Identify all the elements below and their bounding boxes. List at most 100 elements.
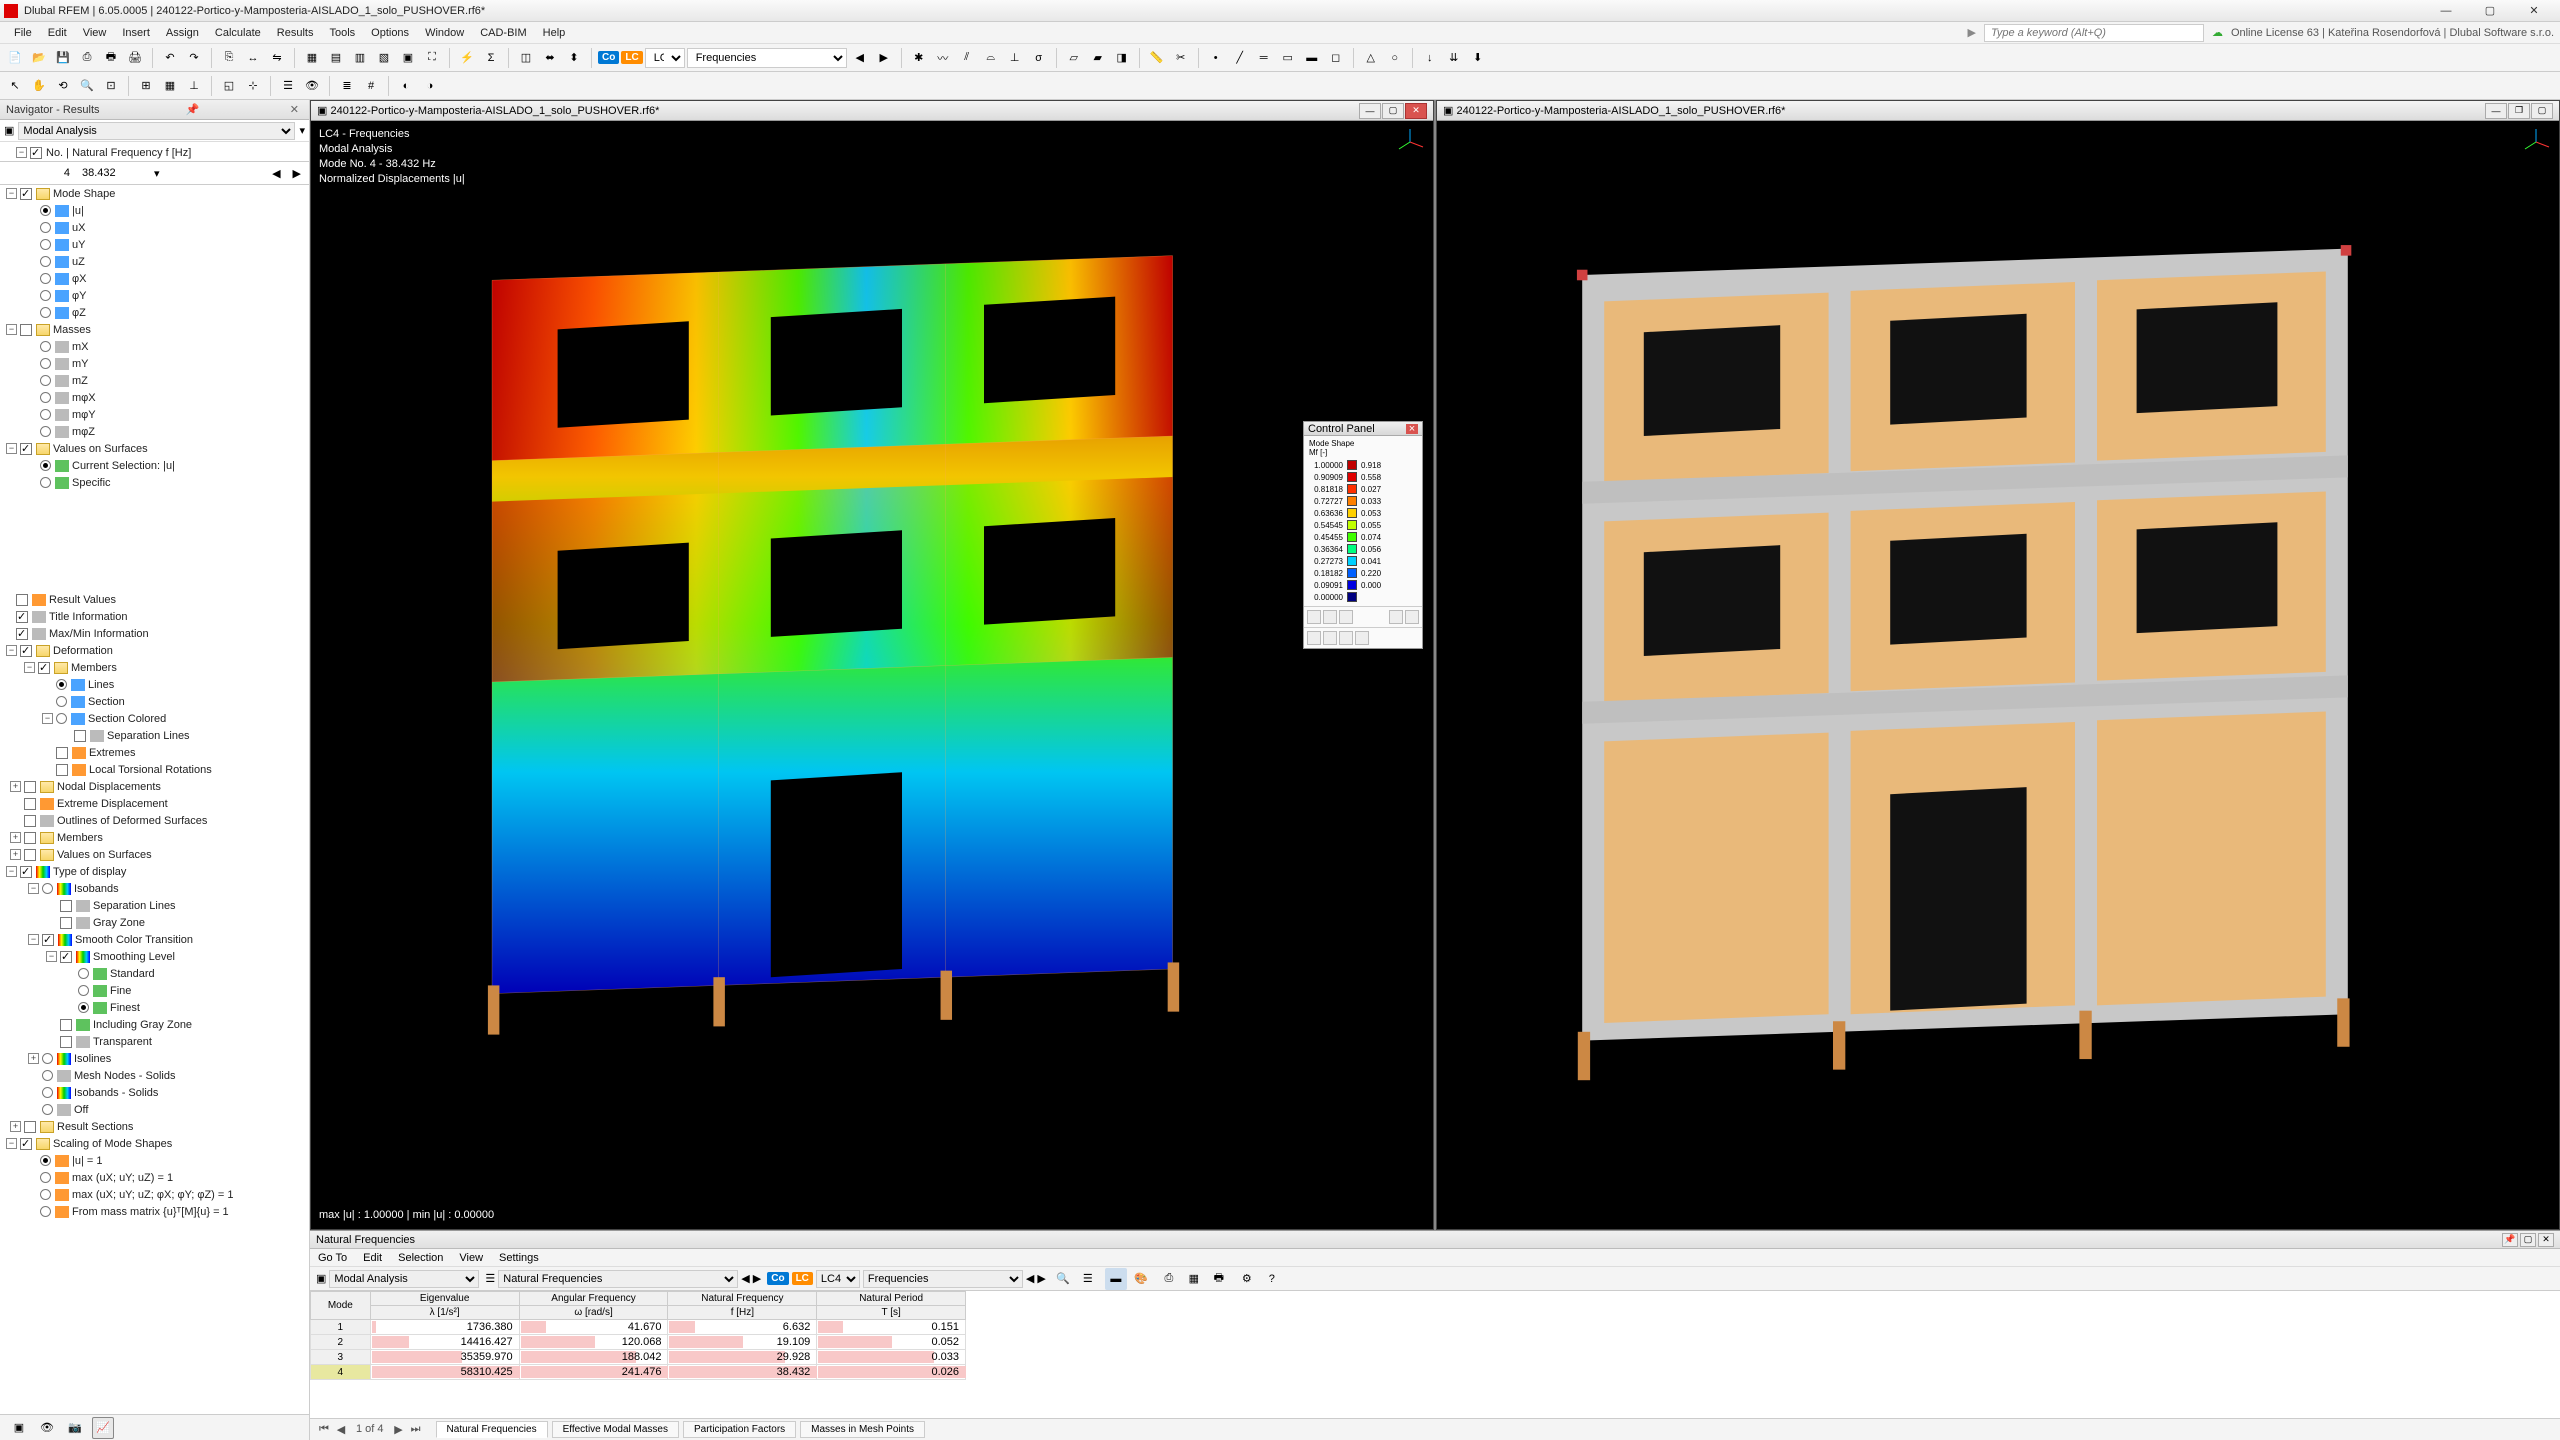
rt-print-icon[interactable]: 🖶 bbox=[1208, 1268, 1230, 1290]
rotate-icon[interactable]: ⟲ bbox=[52, 75, 74, 97]
render-trans-icon[interactable]: ◨ bbox=[1111, 47, 1133, 69]
mode-dropdown-icon[interactable]: ▾ bbox=[154, 167, 160, 180]
menu-view[interactable]: View bbox=[75, 25, 115, 41]
menu-assign[interactable]: Assign bbox=[158, 25, 207, 41]
pg-next-icon[interactable]: ▶ bbox=[391, 1423, 407, 1436]
window-close[interactable]: ✕ bbox=[2512, 1, 2556, 21]
rt-prev-icon[interactable]: ◀ bbox=[741, 1272, 749, 1285]
cp-tool3[interactable] bbox=[1339, 610, 1353, 624]
cp-tab1[interactable] bbox=[1307, 631, 1321, 645]
mode-next-icon[interactable]: ▶ bbox=[293, 167, 301, 180]
opening-icon[interactable]: ◻ bbox=[1325, 47, 1347, 69]
nav-pin-icon[interactable]: 📌 bbox=[182, 103, 204, 116]
nav-tab-views-icon[interactable]: 📷 bbox=[64, 1417, 86, 1439]
window-maximize[interactable]: ▢ bbox=[2468, 1, 2512, 21]
table-row[interactable]: 458310.425241.47638.4320.026 bbox=[311, 1365, 966, 1380]
vp2-max[interactable]: ▢ bbox=[2531, 103, 2553, 119]
rt-help-icon[interactable]: ? bbox=[1261, 1268, 1283, 1290]
surface-icon[interactable]: ▭ bbox=[1277, 47, 1299, 69]
axis-icon[interactable]: ⊹ bbox=[242, 75, 264, 97]
rt-lcnext-icon[interactable]: ▶ bbox=[1037, 1272, 1045, 1285]
menu-window[interactable]: Window bbox=[417, 25, 472, 41]
rt-lcname-combo[interactable]: Frequencies bbox=[863, 1270, 1023, 1288]
move-icon[interactable]: ↔ bbox=[242, 47, 264, 69]
rt-export-icon[interactable]: ⎙ bbox=[1158, 1268, 1180, 1290]
measure-icon[interactable]: 📏 bbox=[1146, 47, 1168, 69]
nav-close-icon[interactable]: ✕ bbox=[286, 103, 303, 116]
rmenu-edit[interactable]: Edit bbox=[363, 1252, 382, 1264]
vp1-min[interactable]: — bbox=[1359, 103, 1381, 119]
menu-file[interactable]: File bbox=[6, 25, 40, 41]
render-solid-icon[interactable]: ▰ bbox=[1087, 47, 1109, 69]
clip1-icon[interactable]: ◐ bbox=[395, 75, 417, 97]
nav-combo-down-icon[interactable]: ▾ bbox=[299, 124, 305, 137]
reaction-icon[interactable]: ⊥ bbox=[1004, 47, 1026, 69]
rmenu-view[interactable]: View bbox=[459, 1252, 483, 1264]
filter-icon[interactable]: ✱ bbox=[908, 47, 930, 69]
lineload-icon[interactable]: ⇊ bbox=[1443, 47, 1465, 69]
lc-prev-icon[interactable]: ◀ bbox=[849, 47, 871, 69]
lc-next-icon[interactable]: ▶ bbox=[873, 47, 895, 69]
member-icon[interactable]: ═ bbox=[1253, 47, 1275, 69]
view-x-icon[interactable]: ⬌ bbox=[539, 47, 561, 69]
canvas-results[interactable]: LC4 - Frequencies Modal Analysis Mode No… bbox=[311, 121, 1433, 1229]
rp-max-icon[interactable]: ▢ bbox=[2520, 1233, 2536, 1247]
workplane-icon[interactable]: ◱ bbox=[218, 75, 240, 97]
cp-tool4[interactable] bbox=[1389, 610, 1403, 624]
table-icon[interactable]: ▣ bbox=[397, 47, 419, 69]
cp-tab4[interactable] bbox=[1355, 631, 1369, 645]
pg-prev-icon[interactable]: ◀ bbox=[333, 1423, 349, 1436]
hinge-icon[interactable]: ○ bbox=[1384, 47, 1406, 69]
rtab-emm[interactable]: Effective Modal Masses bbox=[552, 1421, 679, 1438]
support-icon[interactable]: △ bbox=[1360, 47, 1382, 69]
mirror-icon[interactable]: ⇋ bbox=[266, 47, 288, 69]
visibility-icon[interactable]: 👁 bbox=[301, 75, 323, 97]
stress-icon[interactable]: σ bbox=[1028, 47, 1050, 69]
vp2-restore[interactable]: ❐ bbox=[2508, 103, 2530, 119]
select-icon[interactable]: ↖ bbox=[4, 75, 26, 97]
window-v-icon[interactable]: ▧ bbox=[373, 47, 395, 69]
cp-tool5[interactable] bbox=[1405, 610, 1419, 624]
calc-icon[interactable]: ⚡ bbox=[456, 47, 478, 69]
control-panel[interactable]: Control Panel× Mode Shape Mf [-] 1.00000… bbox=[1303, 421, 1423, 649]
render-wire-icon[interactable]: ▱ bbox=[1063, 47, 1085, 69]
menu-tools[interactable]: Tools bbox=[321, 25, 363, 41]
nav-tab-display-icon[interactable]: 👁 bbox=[36, 1417, 58, 1439]
rt-filter-icon[interactable]: ☰ bbox=[1077, 1268, 1099, 1290]
redo-icon[interactable]: ↷ bbox=[183, 47, 205, 69]
rmenu-goto[interactable]: Go To bbox=[318, 1252, 347, 1264]
clip2-icon[interactable]: ◑ bbox=[419, 75, 441, 97]
menu-insert[interactable]: Insert bbox=[114, 25, 158, 41]
nav-analysis-combo[interactable]: Modal Analysis bbox=[18, 122, 295, 140]
rt-table-combo[interactable]: Natural Frequencies bbox=[498, 1270, 738, 1288]
clip-icon[interactable]: ✂ bbox=[1170, 47, 1192, 69]
menu-cadbim[interactable]: CAD-BIM bbox=[472, 25, 534, 41]
lc-number-combo[interactable]: LC4 bbox=[645, 48, 685, 68]
pan-icon[interactable]: ✋ bbox=[28, 75, 50, 97]
menu-edit[interactable]: Edit bbox=[40, 25, 75, 41]
table-row[interactable]: 335359.970188.04229.9280.033 bbox=[311, 1350, 966, 1365]
nav-tab-data-icon[interactable]: ▣ bbox=[8, 1417, 30, 1439]
menu-calculate[interactable]: Calculate bbox=[207, 25, 269, 41]
window-cascade-icon[interactable]: ▤ bbox=[325, 47, 347, 69]
cp-close-icon[interactable]: × bbox=[1406, 424, 1418, 434]
rp-pin-icon[interactable]: 📌 bbox=[2502, 1233, 2518, 1247]
cp-tab2[interactable] bbox=[1323, 631, 1337, 645]
ortho-icon[interactable]: ⊥ bbox=[183, 75, 205, 97]
node-icon[interactable]: • bbox=[1205, 47, 1227, 69]
cp-tool1[interactable] bbox=[1307, 610, 1321, 624]
printgraphic-icon[interactable]: 🖨 bbox=[124, 47, 146, 69]
saveall-icon[interactable]: ⎙ bbox=[76, 47, 98, 69]
view-iso-icon[interactable]: ◫ bbox=[515, 47, 537, 69]
rmenu-settings[interactable]: Settings bbox=[499, 1252, 539, 1264]
rt-analysis-combo[interactable]: Modal Analysis bbox=[329, 1270, 479, 1288]
menu-help[interactable]: Help bbox=[535, 25, 574, 41]
vp1-max[interactable]: ▢ bbox=[1382, 103, 1404, 119]
results-table[interactable]: Mode Eigenvalue Angular Frequency Natura… bbox=[310, 1291, 2560, 1418]
moment-icon[interactable]: ⌓ bbox=[980, 47, 1002, 69]
rt-lcprev-icon[interactable]: ◀ bbox=[1026, 1272, 1034, 1285]
menu-options[interactable]: Options bbox=[363, 25, 417, 41]
shear-icon[interactable]: ⫽ bbox=[956, 47, 978, 69]
table-row[interactable]: 11736.38041.6706.6320.151 bbox=[311, 1320, 966, 1335]
canvas-model[interactable] bbox=[1437, 121, 2559, 1229]
